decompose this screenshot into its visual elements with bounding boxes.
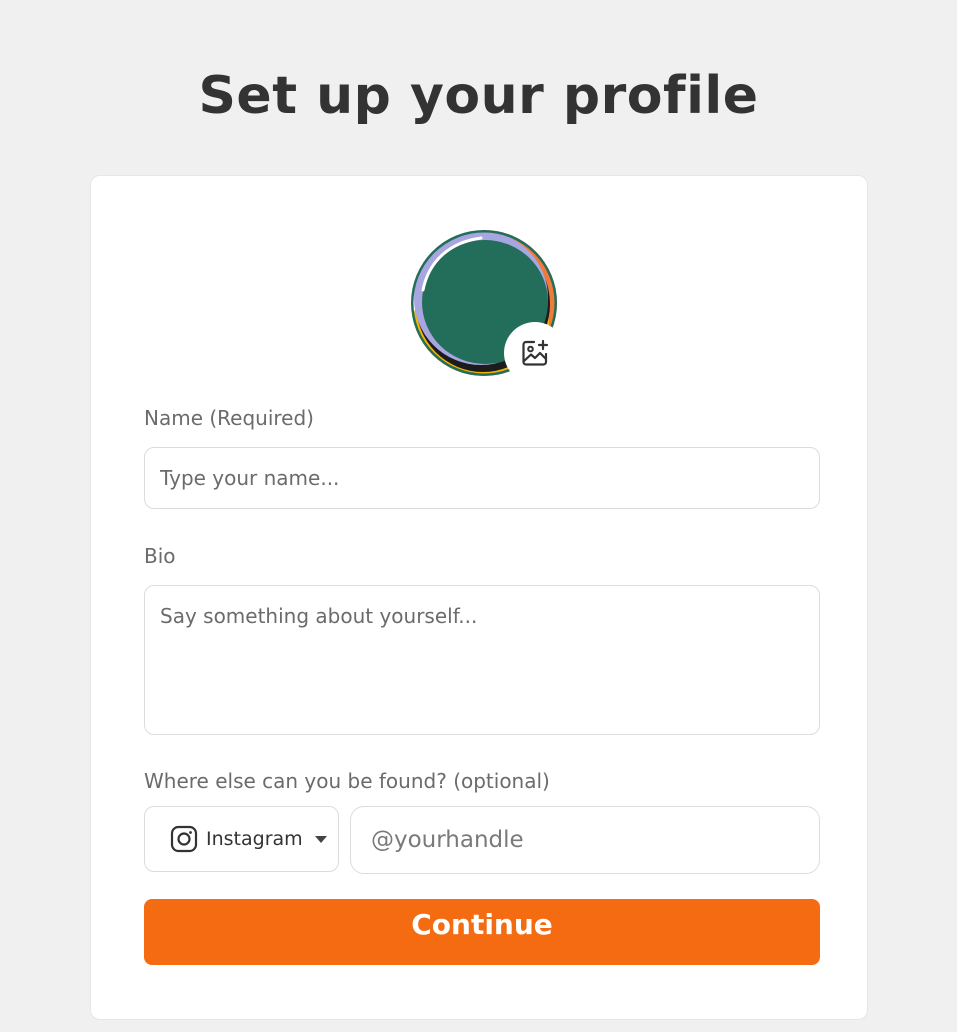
social-label: Where else can you be found? (optional)	[144, 769, 550, 793]
name-label: Name (Required)	[144, 406, 314, 430]
change-avatar-button[interactable]	[504, 322, 566, 384]
profile-card: Name (Required) Bio Where else can you b…	[90, 175, 868, 1020]
social-platform-value: Instagram	[206, 828, 303, 850]
social-handle-input[interactable]	[350, 806, 820, 874]
continue-button[interactable]: Continue	[144, 899, 820, 965]
bio-textarea[interactable]	[144, 585, 820, 735]
social-platform-dropdown[interactable]: Instagram	[144, 806, 339, 872]
instagram-icon	[170, 825, 198, 853]
avatar-uploader[interactable]	[411, 230, 566, 384]
bio-label: Bio	[144, 544, 176, 568]
chevron-down-icon	[314, 835, 327, 843]
page-title: Set up your profile	[198, 66, 759, 126]
name-input[interactable]	[144, 447, 820, 509]
image-plus-icon	[522, 339, 549, 366]
